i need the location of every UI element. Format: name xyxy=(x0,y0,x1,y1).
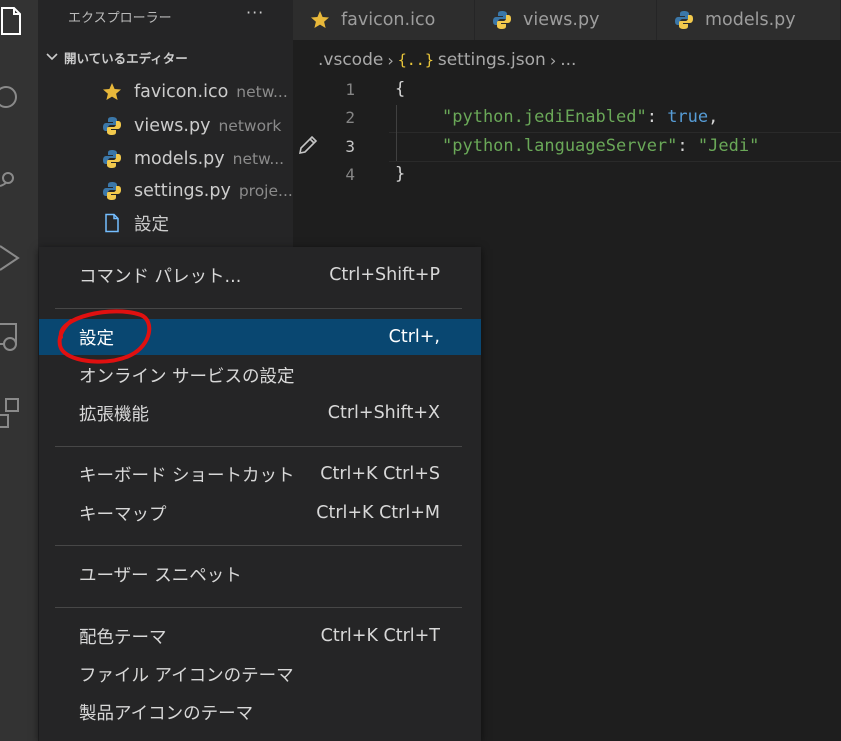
breadcrumb-folder[interactable]: .vscode xyxy=(318,50,383,70)
breadcrumb: .vscode › {..} settings.json › ... xyxy=(318,48,576,72)
python-icon xyxy=(102,181,122,201)
open-editors-section-header[interactable]: 開いているエディター xyxy=(38,46,293,68)
editor-tab-bar: favicon.ico views.py models.py xyxy=(293,0,841,40)
sidebar-title: エクスプローラー xyxy=(68,11,172,26)
tab-favicon[interactable]: favicon.ico xyxy=(293,0,475,40)
json-value: "Jedi" xyxy=(697,136,760,156)
open-editor-item[interactable]: models.py netw... xyxy=(38,143,293,175)
chevron-right-icon: › xyxy=(549,50,557,70)
shortcut: Ctrl+Shift+P xyxy=(329,265,440,285)
code-line: } xyxy=(395,164,406,184)
remote-explorer-icon[interactable] xyxy=(0,318,38,358)
indent-guide xyxy=(396,105,397,161)
menu-item-settings[interactable]: 設定 Ctrl+, xyxy=(39,319,481,355)
breadcrumb-ellipsis[interactable]: ... xyxy=(560,50,576,70)
shortcut: Ctrl+K Ctrl+M xyxy=(316,503,440,523)
more-actions-icon[interactable]: ··· xyxy=(246,3,264,22)
search-icon[interactable] xyxy=(0,77,38,117)
line-number: 2 xyxy=(345,108,355,127)
star-icon xyxy=(102,82,122,102)
star-icon xyxy=(309,9,331,31)
line-number: 4 xyxy=(345,165,355,184)
source-control-icon[interactable] xyxy=(0,158,38,198)
activity-bar xyxy=(0,0,38,741)
open-editor-name: settings.py xyxy=(134,181,231,201)
open-editor-name: views.py xyxy=(134,116,211,136)
chevron-down-icon xyxy=(46,53,58,61)
menu-item-command-palette[interactable]: コマンド パレット... Ctrl+Shift+P xyxy=(39,257,481,293)
open-editor-desc: netw... xyxy=(232,150,285,168)
line-number: 1 xyxy=(345,80,355,99)
menu-separator xyxy=(55,545,462,546)
open-editor-item[interactable]: settings.py proje... xyxy=(38,175,293,207)
code-line: "python.jediEnabled": true, xyxy=(442,107,719,127)
shortcut: Ctrl+, xyxy=(388,327,440,347)
json-key: "python.jediEnabled" xyxy=(442,107,647,127)
file-icon xyxy=(102,213,122,233)
menu-item-keymaps[interactable]: キーマップ Ctrl+K Ctrl+M xyxy=(39,495,481,531)
open-editor-name: 設定 xyxy=(134,214,169,235)
open-editor-desc: network xyxy=(218,117,282,135)
sidebar-header: エクスプローラー ··· xyxy=(38,0,293,34)
section-title: 開いているエディター xyxy=(64,50,188,66)
tab-models[interactable]: models.py xyxy=(657,0,841,40)
chevron-right-icon: › xyxy=(387,50,394,70)
menu-separator xyxy=(55,607,462,608)
menu-separator xyxy=(55,446,462,447)
python-icon xyxy=(102,116,122,136)
python-icon xyxy=(102,149,122,169)
breadcrumb-file[interactable]: settings.json xyxy=(438,50,546,70)
python-icon xyxy=(673,9,695,31)
tab-label: models.py xyxy=(705,10,796,30)
line-number: 3 xyxy=(345,137,355,156)
shortcut: Ctrl+K Ctrl+S xyxy=(320,464,440,484)
open-editor-name: favicon.ico xyxy=(134,82,229,102)
open-editor-desc: netw... xyxy=(236,83,288,101)
code-line: { xyxy=(395,79,406,99)
open-editor-item[interactable]: favicon.ico netw... xyxy=(38,76,293,108)
json-icon: {..} xyxy=(397,51,434,69)
open-editor-desc: proje... xyxy=(238,182,293,200)
explorer-icon[interactable] xyxy=(0,0,38,40)
menu-item-file-icon-theme[interactable]: ファイル アイコンのテーマ xyxy=(39,656,481,692)
extensions-icon[interactable] xyxy=(0,395,38,435)
shortcut: Ctrl+K Ctrl+T xyxy=(320,626,440,646)
menu-item-product-icon-theme[interactable]: 製品アイコンのテーマ xyxy=(39,694,481,730)
menu-item-user-snippets[interactable]: ユーザー スニペット xyxy=(39,556,481,592)
menu-item-keyboard-shortcuts[interactable]: キーボード ショートカット Ctrl+K Ctrl+S xyxy=(39,456,481,492)
code-line: "python.languageServer": "Jedi" xyxy=(442,136,760,156)
tab-views[interactable]: views.py xyxy=(475,0,657,40)
menu-item-extensions[interactable]: 拡張機能 Ctrl+Shift+X xyxy=(39,395,481,431)
tab-label: views.py xyxy=(523,10,600,30)
menu-item-online-services[interactable]: オンライン サービスの設定 xyxy=(39,357,481,393)
open-editor-item[interactable]: 設定 xyxy=(38,207,293,239)
menu-separator xyxy=(55,308,462,309)
open-editor-item[interactable]: views.py network xyxy=(38,110,293,142)
json-key: "python.languageServer" xyxy=(442,136,678,156)
python-icon xyxy=(491,9,513,31)
shortcut: Ctrl+Shift+X xyxy=(327,403,440,423)
open-editor-name: models.py xyxy=(134,149,225,169)
manage-menu: コマンド パレット... Ctrl+Shift+P 設定 Ctrl+, オンライ… xyxy=(39,247,481,741)
tab-label: favicon.ico xyxy=(341,10,436,30)
menu-item-color-theme[interactable]: 配色テーマ Ctrl+K Ctrl+T xyxy=(39,618,481,654)
run-debug-icon[interactable] xyxy=(0,238,38,278)
json-value: true xyxy=(667,107,709,127)
